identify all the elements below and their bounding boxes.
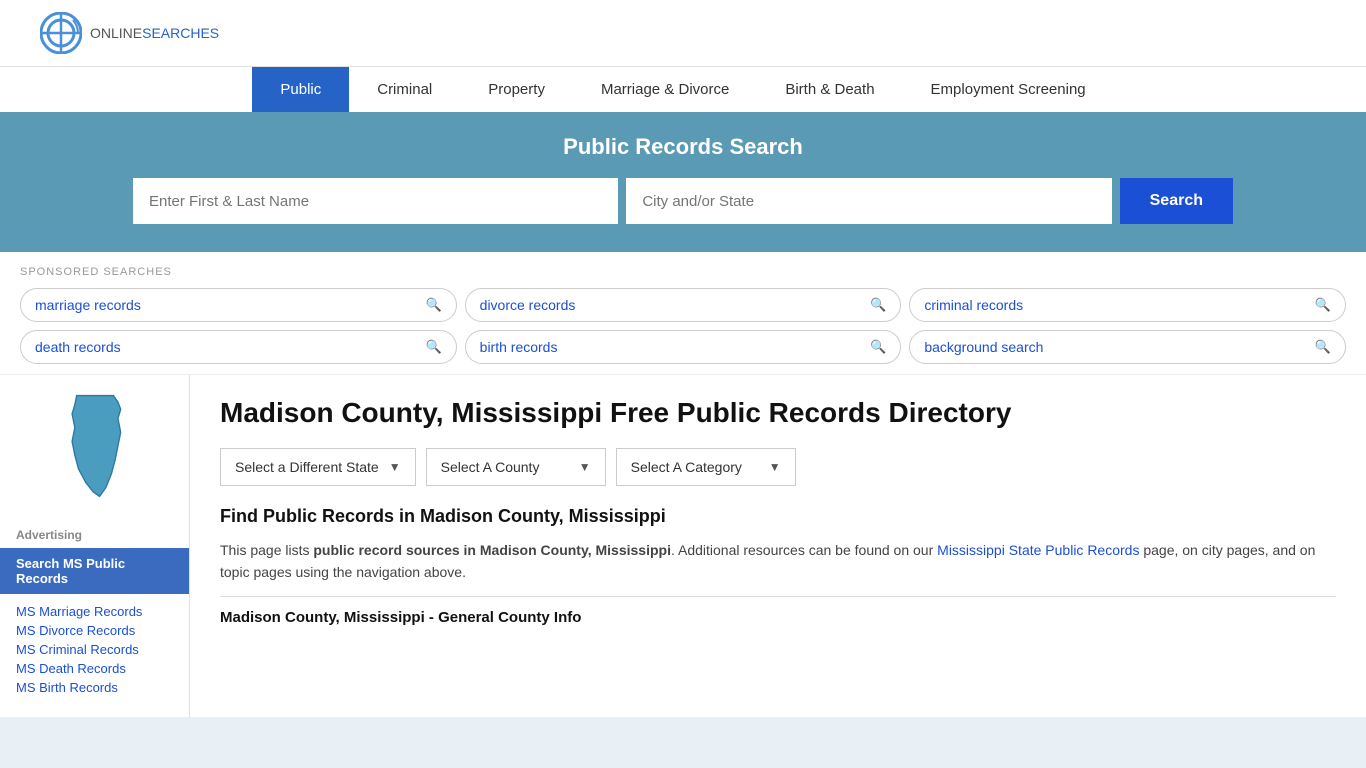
sidebar-link-marriage[interactable]: MS Marriage Records [16, 604, 173, 619]
search-fields: Search [133, 178, 1233, 224]
state-dropdown-label: Select a Different State [235, 459, 379, 475]
location-input[interactable] [626, 178, 1111, 224]
category-dropdown-arrow: ▼ [769, 460, 781, 474]
search-icon-5: 🔍 [870, 339, 886, 355]
county-dropdown-arrow: ▼ [579, 460, 591, 474]
nav-property[interactable]: Property [460, 67, 573, 112]
sponsored-pill-background[interactable]: background search 🔍 [909, 330, 1346, 364]
sponsored-label: SPONSORED SEARCHES [20, 266, 1346, 278]
sponsored-pill-divorce-text: divorce records [480, 297, 576, 313]
county-info-heading: Madison County, Mississippi - General Co… [220, 596, 1336, 626]
nav-birth-death[interactable]: Birth & Death [757, 67, 902, 112]
state-dropdown-arrow: ▼ [389, 460, 401, 474]
search-icon-6: 🔍 [1315, 339, 1331, 355]
county-dropdown-label: Select A County [441, 459, 540, 475]
sidebar-map [0, 391, 189, 520]
desc-part2: . Additional resources can be found on o… [671, 542, 937, 558]
sidebar-link-death[interactable]: MS Death Records [16, 661, 173, 676]
name-input[interactable] [133, 178, 618, 224]
mississippi-map [55, 391, 135, 501]
search-banner: Public Records Search Search [0, 112, 1366, 252]
county-dropdown[interactable]: Select A County ▼ [426, 448, 606, 486]
logo: ONLINESEARCHES [40, 12, 219, 54]
page-heading: Madison County, Mississippi Free Public … [220, 395, 1336, 430]
search-icon-4: 🔍 [425, 339, 441, 355]
sidebar-ads-label: Advertising [0, 520, 189, 548]
content-area: Madison County, Mississippi Free Public … [190, 375, 1366, 717]
search-icon-3: 🔍 [1315, 297, 1331, 313]
sponsored-pill-marriage[interactable]: marriage records 🔍 [20, 288, 457, 322]
content-inner: Madison County, Mississippi Free Public … [190, 375, 1366, 646]
logo-text: ONLINESEARCHES [90, 25, 219, 41]
sidebar-link-divorce[interactable]: MS Divorce Records [16, 623, 173, 638]
sponsored-pill-background-text: background search [924, 339, 1043, 355]
sponsored-pill-criminal[interactable]: criminal records 🔍 [909, 288, 1346, 322]
search-button[interactable]: Search [1120, 178, 1233, 224]
header: ONLINESEARCHES [0, 0, 1366, 66]
logo-online: ONLINE [90, 25, 142, 41]
sponsored-pill-divorce[interactable]: divorce records 🔍 [465, 288, 902, 322]
sidebar: Advertising Search MS Public Records MS … [0, 375, 190, 717]
sponsored-grid: marriage records 🔍 divorce records 🔍 cri… [20, 288, 1346, 364]
dropdowns-row: Select a Different State ▼ Select A Coun… [220, 448, 1336, 486]
sidebar-links: MS Marriage Records MS Divorce Records M… [0, 598, 189, 701]
main-nav: Public Criminal Property Marriage & Divo… [0, 66, 1366, 112]
sponsored-pill-birth-text: birth records [480, 339, 558, 355]
description-text: This page lists public record sources in… [220, 539, 1336, 584]
search-icon-2: 🔍 [870, 297, 886, 313]
sponsored-pill-birth[interactable]: birth records 🔍 [465, 330, 902, 364]
nav-employment[interactable]: Employment Screening [903, 67, 1114, 112]
search-icon-1: 🔍 [425, 297, 441, 313]
find-records-heading: Find Public Records in Madison County, M… [220, 506, 1336, 527]
desc-part1: This page lists [220, 542, 313, 558]
sponsored-pill-death-text: death records [35, 339, 121, 355]
logo-searches: SEARCHES [142, 25, 219, 41]
sponsored-pill-marriage-text: marriage records [35, 297, 141, 313]
sponsored-pill-death[interactable]: death records 🔍 [20, 330, 457, 364]
logo-icon [40, 12, 82, 54]
main-content: Advertising Search MS Public Records MS … [0, 375, 1366, 717]
desc-bold: public record sources in Madison County,… [313, 542, 671, 558]
sponsored-section: SPONSORED SEARCHES marriage records 🔍 di… [0, 252, 1366, 375]
sidebar-link-criminal[interactable]: MS Criminal Records [16, 642, 173, 657]
category-dropdown[interactable]: Select A Category ▼ [616, 448, 796, 486]
sponsored-pill-criminal-text: criminal records [924, 297, 1023, 313]
category-dropdown-label: Select A Category [631, 459, 742, 475]
desc-link[interactable]: Mississippi State Public Records [937, 542, 1139, 558]
nav-public[interactable]: Public [252, 67, 349, 112]
sidebar-ad-highlight[interactable]: Search MS Public Records [0, 548, 189, 594]
page-title: Madison County, Mississippi Free Public … [220, 395, 1011, 430]
sidebar-link-birth[interactable]: MS Birth Records [16, 680, 173, 695]
search-banner-title: Public Records Search [40, 134, 1326, 160]
state-dropdown[interactable]: Select a Different State ▼ [220, 448, 416, 486]
nav-marriage-divorce[interactable]: Marriage & Divorce [573, 67, 757, 112]
nav-criminal[interactable]: Criminal [349, 67, 460, 112]
